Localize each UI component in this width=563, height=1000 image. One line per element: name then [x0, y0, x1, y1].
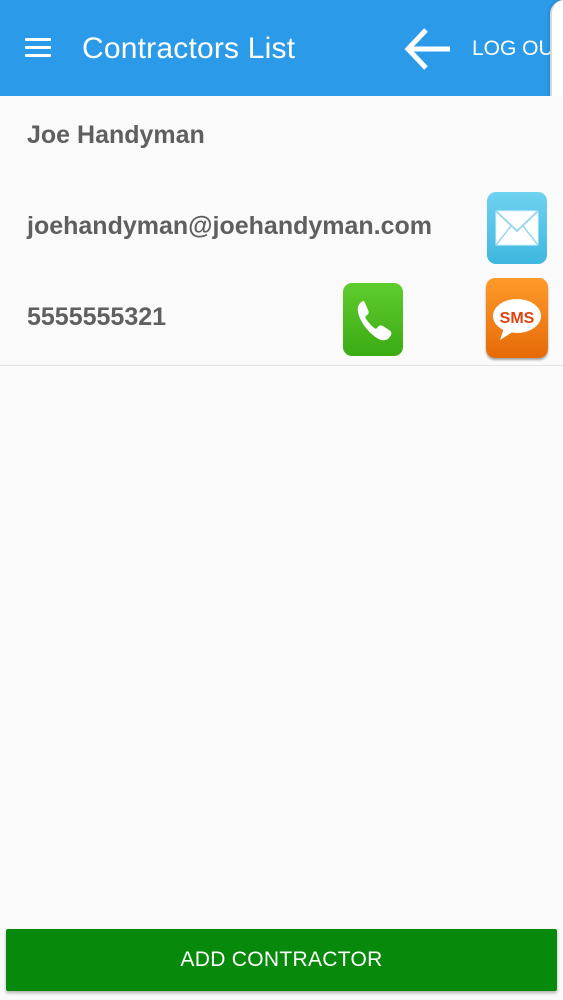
app-bar: Contractors List LOG OUT [0, 0, 563, 96]
hamburger-menu-icon[interactable] [20, 28, 58, 68]
phone-icon[interactable] [343, 283, 403, 356]
page-title: Contractors List [82, 32, 296, 65]
list-item: Joe Handyman joehandyman@joehandyman.com… [0, 96, 563, 366]
add-contractor-button[interactable]: ADD CONTRACTOR [6, 929, 557, 991]
contractor-phone: 5555555321 [27, 303, 167, 331]
contractor-email: joehandyman@joehandyman.com [27, 212, 433, 240]
sms-icon[interactable]: SMS [486, 278, 548, 358]
contractor-name: Joe Handyman [27, 121, 205, 149]
arrow-left-icon[interactable] [402, 26, 454, 72]
sms-icon-label: SMS [500, 310, 535, 327]
envelope-icon[interactable] [487, 192, 547, 264]
contractors-screen: Contractors List LOG OUT Joe Handyman jo… [0, 0, 563, 1000]
